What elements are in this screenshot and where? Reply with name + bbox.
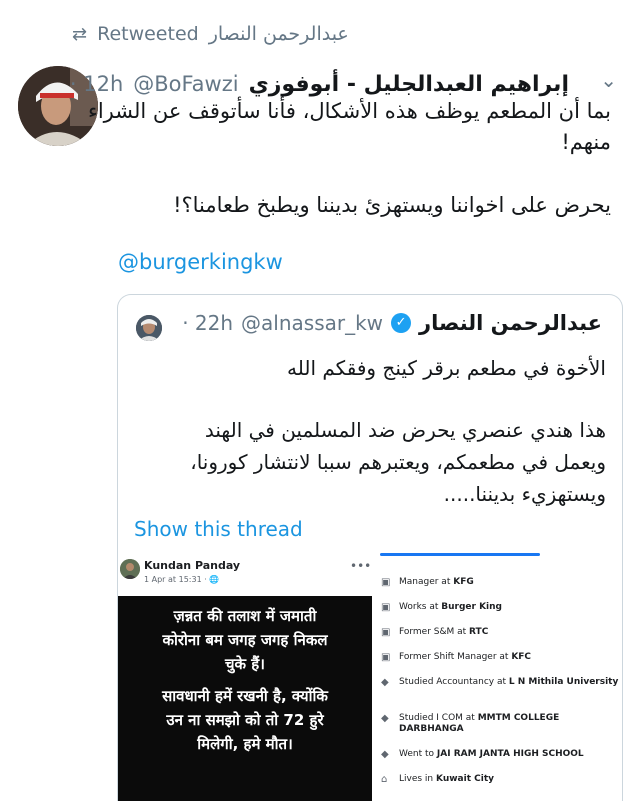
author-handle[interactable]: @BoFawzi: [133, 72, 238, 96]
verified-badge-icon: ✓: [391, 313, 412, 333]
chevron-down-icon[interactable]: ⌄: [600, 68, 617, 92]
tweet-text-line: يحرض على اخواننا ويستهزئ بديننا ويطبخ طع…: [173, 193, 611, 217]
more-options-icon: •••: [350, 559, 372, 573]
quoted-avatar[interactable]: [136, 315, 162, 341]
quoted-time[interactable]: · 22h: [182, 311, 233, 335]
fb-tab-strip: [380, 553, 540, 556]
graduation-cap-icon: ◆: [381, 713, 389, 724]
home-icon: ⌂: [381, 774, 388, 785]
fb-image-text-block: ज़न्नत की तलाश में जमाती कोरोना बम जगह ज…: [118, 596, 372, 801]
show-thread-link[interactable]: Show this thread: [134, 517, 303, 541]
briefcase-icon: ▣: [381, 602, 391, 613]
fb-image-line: मिलेगी, हमे मौत।: [197, 735, 293, 753]
quoted-handle[interactable]: @alnassar_kw: [241, 311, 383, 335]
tweet-time[interactable]: · 12h: [70, 72, 123, 96]
fb-image-line: उन ना समझो को तो 72 हुरे: [166, 711, 324, 729]
author-name[interactable]: إبراهيم العبدالجليل - أبوفوزي: [249, 72, 569, 97]
quoted-text-line: ويعمل في مطعمكم، ويعتبرهم سببا لانتشار ك…: [190, 450, 606, 474]
quoted-text-line: ويستهزيء بديننا.....: [443, 482, 606, 506]
quoted-author-name[interactable]: عبدالرحمن النصار: [419, 311, 602, 335]
quoted-tweet[interactable]: · 22h @alnassar_kw ✓ عبدالرحمن النصار ال…: [117, 294, 623, 801]
tweet-text-line: منهم!: [561, 130, 611, 154]
fb-image-line: चुके हैं।: [225, 655, 265, 673]
fb-image-line: ज़न्नत की तलाश में जमाती: [173, 607, 317, 625]
retweet-row[interactable]: ⇄ Retweeted عبدالرحمن النصار: [72, 14, 349, 54]
graduation-cap-icon: ◆: [381, 749, 389, 760]
quoted-header: · 22h @alnassar_kw ✓ عبدالرحمن النصار: [182, 311, 602, 335]
tweet-text-line: بما أن المطعم يوظف هذه الأشكال، فأنا سأت…: [87, 99, 611, 123]
fb-image-line: कोरोना बम जगह जगह निकल: [162, 631, 328, 649]
mention-link[interactable]: @burgerkingkw: [118, 250, 283, 274]
fb-post-meta: 1 Apr at 15:31 · 🌐: [144, 575, 220, 584]
briefcase-icon: ▣: [381, 652, 391, 663]
facebook-screenshot[interactable]: Kundan Panday 1 Apr at 15:31 · 🌐 ••• ज़न…: [118, 553, 622, 801]
briefcase-icon: ▣: [381, 627, 391, 638]
retweet-label: Retweeted: [97, 23, 199, 45]
fb-image-line: सावधानी हमें रखनी है, क्योंकि: [162, 687, 328, 705]
graduation-cap-icon: ◆: [381, 677, 389, 688]
quoted-text-line: الأخوة في مطعم برقر كينج وفقكم الله: [287, 356, 606, 380]
quoted-text-line: هذا هندي عنصري يحرض ضد المسلمين في الهند: [204, 418, 606, 442]
retweet-icon: ⇄: [72, 23, 88, 45]
fb-poster-name: Kundan Panday: [144, 559, 241, 572]
briefcase-icon: ▣: [381, 577, 391, 588]
fb-avatar: [120, 559, 140, 579]
retweeter-name[interactable]: عبدالرحمن النصار: [209, 23, 349, 45]
